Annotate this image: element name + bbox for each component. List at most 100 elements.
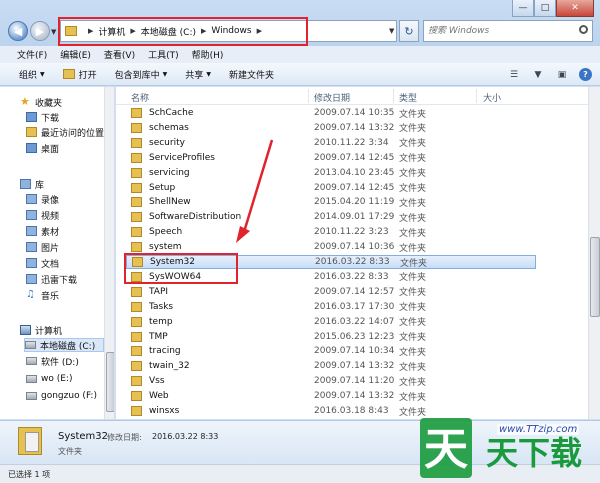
nav-favorites[interactable]: ★ 收藏夹	[20, 95, 114, 109]
chevron-down-icon: ▼	[162, 70, 168, 78]
menu-help[interactable]: 帮助(H)	[192, 48, 224, 61]
address-dropdown[interactable]: ▼	[389, 27, 394, 35]
minimize-button[interactable]: —	[512, 0, 534, 17]
open-button[interactable]: 打开	[62, 68, 97, 81]
column-size[interactable]: 大小	[483, 91, 501, 104]
file-row[interactable]: Vss 2009.07.14 11:20 文件夹	[126, 374, 536, 388]
nav-computer-label: 计算机	[35, 326, 63, 337]
file-row[interactable]: SoftwareDistribution 2014.09.01 17:29 文件夹	[126, 210, 536, 224]
organize-button[interactable]: 组织 ▼	[19, 68, 45, 81]
file-row[interactable]: Web 2009.07.14 13:32 文件夹	[126, 389, 536, 403]
details-name: System32	[58, 431, 109, 442]
file-row[interactable]: schemas 2009.07.14 13:32 文件夹	[126, 121, 536, 135]
file-row[interactable]: temp 2016.03.22 14:07 文件夹	[126, 315, 536, 329]
close-button[interactable]: ✕	[556, 0, 594, 17]
file-date: 2016.03.17 17:30	[314, 301, 395, 312]
forward-button[interactable]: ▶	[30, 21, 50, 41]
column-divider[interactable]	[308, 89, 309, 103]
file-row[interactable]: Speech 2010.11.22 3:23 文件夹	[126, 225, 536, 239]
file-scroll-thumb[interactable]	[590, 237, 600, 317]
file-name: tracing	[149, 346, 181, 357]
column-divider[interactable]	[393, 89, 394, 103]
folder-icon	[131, 376, 142, 387]
file-scrollbar[interactable]	[588, 87, 600, 419]
nav-lib-label: 素材	[41, 227, 60, 238]
file-date: 2016.03.22 8:33	[314, 271, 389, 282]
file-name: Vss	[149, 376, 165, 387]
preview-pane-button[interactable]: ▣	[555, 69, 569, 81]
nav-favorites-label: 收藏夹	[35, 98, 63, 109]
nav-recent[interactable]: 最近访问的位置	[26, 125, 114, 139]
search-box[interactable]	[423, 20, 593, 42]
menu-file[interactable]: 文件(F)	[17, 48, 47, 61]
nav-scrollbar[interactable]	[104, 87, 114, 419]
nav-libraries[interactable]: 库	[20, 177, 114, 191]
file-date: 2014.09.01 17:29	[314, 212, 395, 223]
file-row[interactable]: ShellNew 2015.04.20 11:19 文件夹	[126, 195, 536, 209]
nav-lib-pictures[interactable]: 图片	[26, 240, 114, 254]
folder-icon	[131, 286, 142, 297]
file-row[interactable]: ServiceProfiles 2009.07.14 12:45 文件夹	[126, 151, 536, 165]
nav-drive-d[interactable]: 软件 (D:)	[26, 354, 114, 368]
help-icon[interactable]: ?	[579, 68, 592, 81]
folder-icon	[131, 197, 142, 208]
file-row[interactable]: SchCache 2009.07.14 10:35 文件夹	[126, 106, 536, 120]
hard-drive-icon	[26, 392, 37, 400]
nav-downloads[interactable]: 下载	[26, 110, 114, 124]
folder-large-icon	[18, 427, 42, 455]
refresh-button[interactable]: ↻	[399, 20, 419, 42]
file-row[interactable]: TAPI 2009.07.14 12:57 文件夹	[126, 285, 536, 299]
nav-drive-c[interactable]: 本地磁盘 (C:)	[24, 338, 104, 352]
nav-drive-f[interactable]: gongzuo (F:)	[26, 389, 114, 403]
folder-icon	[131, 346, 142, 357]
search-input[interactable]	[428, 26, 573, 36]
back-button[interactable]: ◀	[8, 21, 28, 41]
file-name: Web	[149, 391, 169, 402]
column-name[interactable]: 名称	[131, 91, 149, 104]
nav-lib-recordings[interactable]: 录像	[26, 192, 114, 206]
recent-pages-dropdown[interactable]: ▼	[51, 28, 56, 36]
view-dropdown-button[interactable]: ▼	[531, 69, 545, 81]
file-row[interactable]: security 2010.11.22 3:34 文件夹	[126, 136, 536, 150]
file-row[interactable]: twain_32 2009.07.14 13:32 文件夹	[126, 359, 536, 373]
nav-lib-materials[interactable]: 素材	[26, 224, 114, 238]
nav-lib-music[interactable]: ♫ 音乐	[26, 288, 114, 302]
file-date: 2009.07.14 10:35	[314, 108, 395, 118]
file-date: 2009.07.14 12:45	[314, 182, 395, 193]
file-row[interactable]: servicing 2013.04.10 23:45 文件夹	[126, 166, 536, 180]
file-row[interactable]: tracing 2009.07.14 10:34 文件夹	[126, 344, 536, 358]
file-row[interactable]: system 2009.07.14 10:36 文件夹	[126, 240, 536, 254]
menu-edit[interactable]: 编辑(E)	[60, 48, 91, 61]
file-row[interactable]: Setup 2009.07.14 12:45 文件夹	[126, 181, 536, 195]
library-folder-icon	[26, 226, 37, 236]
nav-lib-thunder-downloads[interactable]: 迅雷下载	[26, 272, 114, 286]
nav-lib-videos[interactable]: 视频	[26, 208, 114, 222]
folder-icon	[131, 406, 142, 416]
nav-drive-e[interactable]: wo (E:)	[26, 372, 114, 386]
file-date: 2013.04.10 23:45	[314, 167, 395, 178]
include-in-library-button[interactable]: 包含到库中 ▼	[115, 68, 168, 81]
nav-lib-documents[interactable]: 文档	[26, 256, 114, 270]
menu-tools[interactable]: 工具(T)	[148, 48, 179, 61]
column-type[interactable]: 类型	[399, 91, 417, 104]
column-modified[interactable]: 修改日期	[314, 91, 350, 104]
share-button[interactable]: 共享 ▼	[185, 68, 211, 81]
new-folder-button[interactable]: 新建文件夹	[229, 68, 274, 81]
file-type: 文件夹	[399, 169, 427, 180]
nav-computer[interactable]: 计算机	[20, 323, 114, 337]
menu-view[interactable]: 查看(V)	[104, 48, 135, 61]
watermark-logo: 天 天下载	[420, 418, 582, 478]
nav-scroll-thumb[interactable]	[106, 352, 114, 412]
file-type: 文件夹	[399, 139, 427, 150]
open-label: 打开	[78, 70, 97, 81]
nav-desktop[interactable]: 桌面	[26, 141, 114, 155]
arrow-right-icon: ▶	[35, 24, 45, 38]
file-name: ShellNew	[149, 197, 191, 208]
nav-drive-label: gongzuo (F:)	[41, 391, 97, 401]
maximize-button[interactable]: □	[534, 0, 556, 17]
file-type: 文件夹	[399, 333, 427, 343]
file-row[interactable]: Tasks 2016.03.17 17:30 文件夹	[126, 300, 536, 314]
file-row[interactable]: TMP 2015.06.23 12:23 文件夹	[126, 330, 536, 344]
view-options-button[interactable]: ☰	[507, 69, 521, 81]
column-divider[interactable]	[476, 89, 477, 103]
